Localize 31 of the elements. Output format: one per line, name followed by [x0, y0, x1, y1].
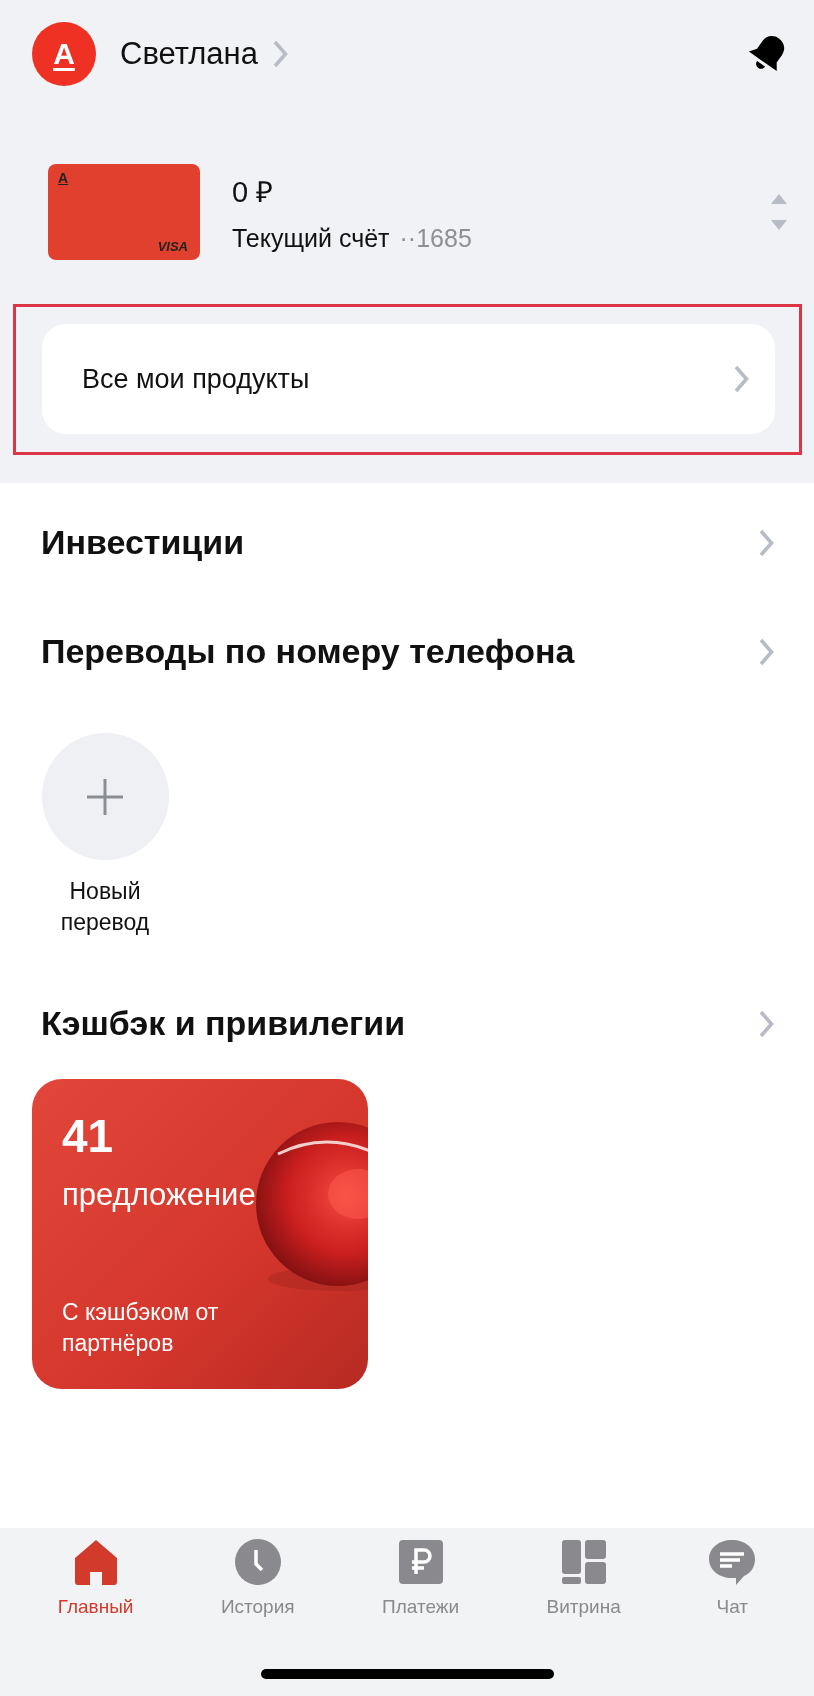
section-title[interactable]: Переводы по номеру телефона	[41, 632, 575, 671]
account-number: ··1685	[399, 224, 472, 253]
chevron-icon	[757, 636, 774, 667]
bank-card[interactable]: А VISA	[48, 164, 200, 260]
tab-bar-item[interactable]: Главный	[57, 1538, 134, 1618]
cashback-card[interactable]: 41 предложение С кэшбэком от партнёров	[32, 1079, 368, 1389]
tab-bar-item[interactable]: Чат	[708, 1538, 757, 1618]
card-logo: А	[58, 170, 69, 186]
bank-logo[interactable]: А	[32, 22, 96, 86]
offer-caption: С кэшбэком от партнёров	[62, 1298, 220, 1358]
clock-icon	[233, 1538, 282, 1586]
offer-label: предложение	[62, 1177, 257, 1213]
chevron-icon	[271, 39, 289, 69]
chevron-icon	[757, 1008, 774, 1039]
ruble-icon	[396, 1538, 445, 1586]
chat-icon	[708, 1538, 757, 1586]
user-name[interactable]: Светлана	[120, 36, 258, 72]
section-title[interactable]: Кэшбэк и привилегии	[41, 1004, 406, 1043]
account-name: Текущий счёт	[232, 224, 390, 253]
card-brand: VISA	[157, 239, 188, 254]
section-title[interactable]: Инвестиции	[41, 523, 245, 562]
offer-count: 41	[62, 1109, 115, 1163]
plus-icon	[85, 776, 125, 817]
all-products-button[interactable]: Все мои продукты	[42, 324, 775, 434]
chevron-icon	[757, 527, 774, 558]
tab-bar-item[interactable]: Витрина	[546, 1538, 621, 1618]
grid-icon	[559, 1538, 608, 1586]
tab-bar-item[interactable]: Платежи	[382, 1538, 460, 1618]
account-balance: 0 ₽	[232, 175, 275, 210]
chevron-icon	[732, 364, 749, 394]
tab-bar-item[interactable]: История	[220, 1538, 295, 1618]
